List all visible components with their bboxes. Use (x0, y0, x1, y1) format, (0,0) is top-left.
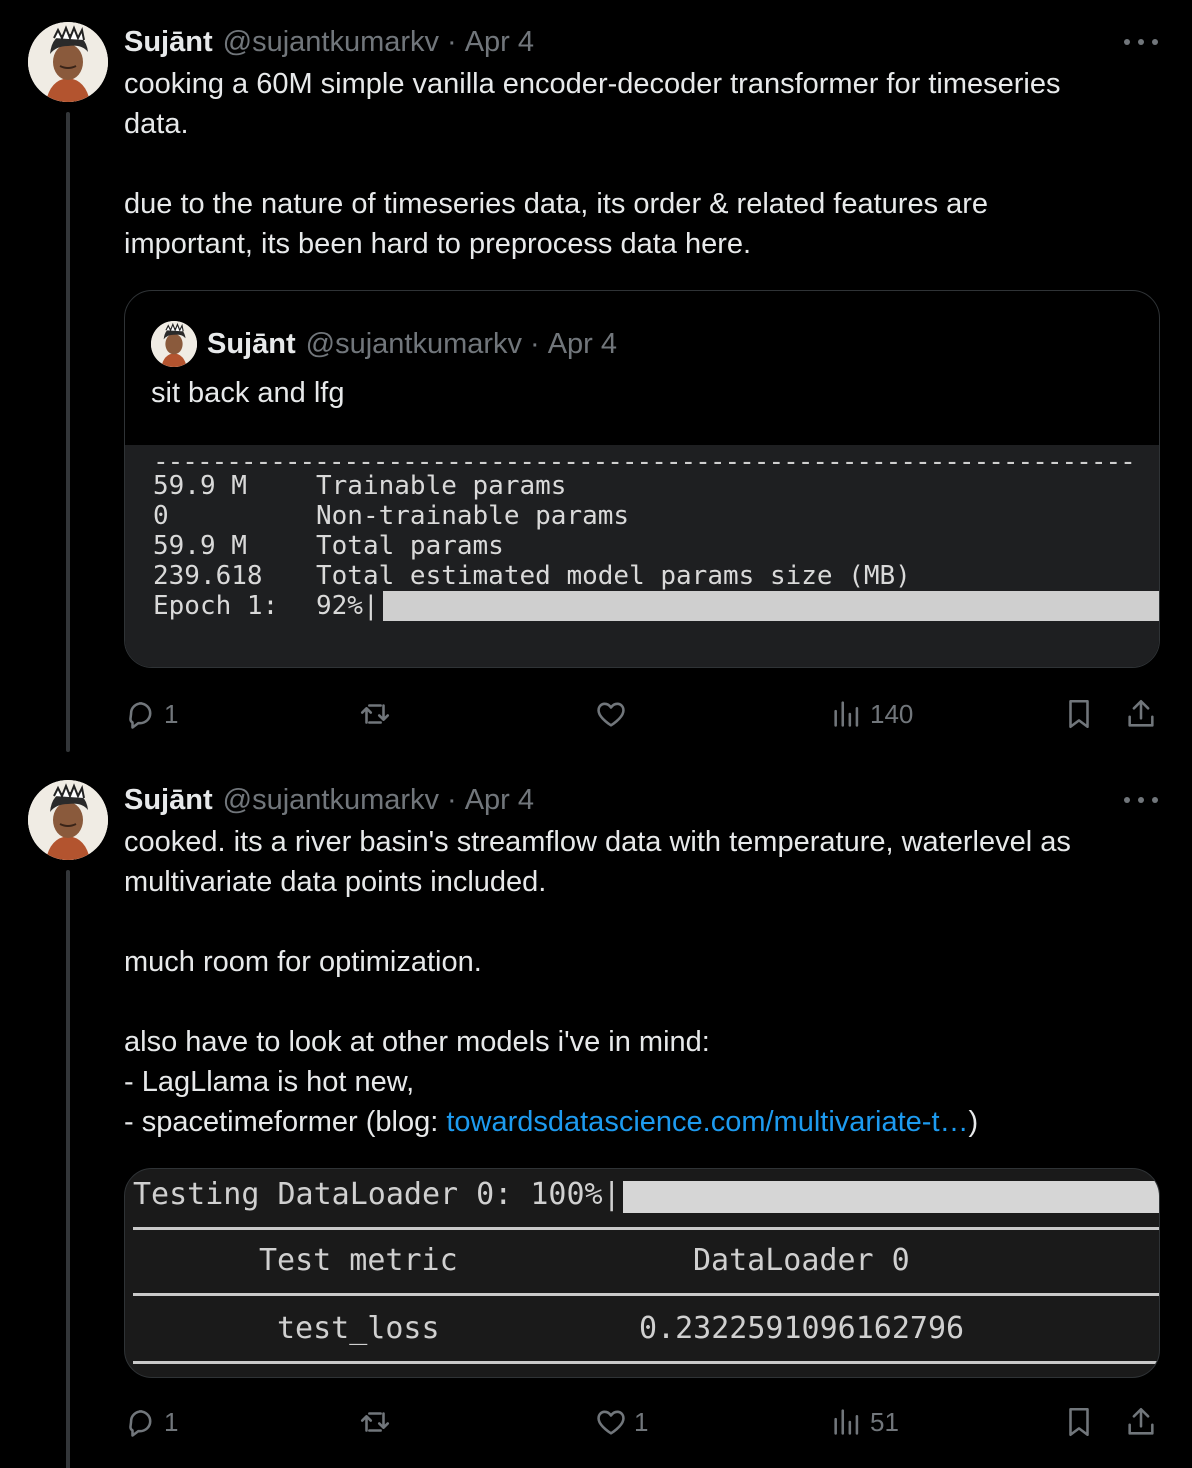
author-handle[interactable]: @sujantkumarkv (223, 784, 439, 817)
thread-line (66, 870, 70, 1468)
text-line: data. (124, 108, 189, 140)
quote-text: sit back and lfg (151, 377, 345, 409)
reply-button[interactable]: 1 (124, 694, 178, 734)
table-rule (133, 1227, 1159, 1230)
author-name[interactable]: Sujānt (124, 784, 213, 817)
text-line: also have to look at other models i've i… (124, 1026, 710, 1058)
text-line: much room for optimization. (124, 946, 482, 978)
avatar[interactable] (28, 780, 108, 860)
param-row: 0 Non-trainable params (153, 501, 630, 531)
views-count: 51 (870, 1406, 899, 1437)
bookmark-button[interactable] (1062, 1402, 1096, 1442)
text-line: - spacetimeformer (blog: towardsdatascie… (124, 1106, 979, 1138)
separator: · (447, 783, 457, 816)
table-cell: test_loss (277, 1311, 440, 1346)
table-header-cell: DataLoader 0 (693, 1243, 910, 1278)
text-line: important, its been hard to preprocess d… (124, 228, 752, 260)
like-button[interactable]: 1 (594, 1402, 648, 1442)
more-icon[interactable] (1124, 32, 1158, 52)
table-rule (133, 1361, 1159, 1364)
table-header-cell: Test metric (259, 1243, 458, 1278)
avatar[interactable] (28, 22, 108, 102)
tweet-header: Sujānt @sujantkumarkv · Apr 4 (124, 24, 1164, 60)
retweet-button[interactable] (358, 1402, 392, 1442)
share-icon (1128, 1407, 1154, 1435)
views-button[interactable]: 140 (830, 694, 913, 734)
author-handle[interactable]: @sujantkumarkv (223, 26, 439, 59)
views-icon (834, 701, 859, 727)
like-icon (597, 702, 625, 727)
param-row: 239.618 Total estimated model params size… (153, 561, 911, 591)
separator: · (447, 25, 457, 58)
more-icon[interactable] (1124, 790, 1158, 810)
quote-author-name: Sujānt (207, 327, 296, 360)
quote-avatar (151, 321, 197, 367)
share-button[interactable] (1124, 1402, 1158, 1442)
views-button[interactable]: 51 (830, 1402, 899, 1442)
separator: · (530, 327, 540, 360)
param-row: 59.9 M Trainable params (153, 471, 567, 501)
author-name[interactable]: Sujānt (124, 26, 213, 59)
divider: ----------------------------------------… (153, 447, 1133, 467)
retweet-icon (360, 704, 390, 724)
bookmark-icon (1069, 1407, 1089, 1437)
text-line: cooked. its a river basin's streamflow d… (124, 826, 1071, 858)
text-line: due to the nature of timeseries data, it… (124, 188, 989, 220)
terminal-screenshot: ----------------------------------------… (125, 445, 1159, 667)
action-bar: 1 1 51 (124, 1402, 1164, 1442)
media-image[interactable]: ▔▔▔▔▔ ▔▔▔▔▔ ▔▔▔▔▔▔▔ ▔▔▔▔ ▔▔▔ ▔▔▔▔▔▔▔▔▔▔ … (124, 1168, 1160, 1378)
tweet-date[interactable]: Apr 4 (465, 26, 534, 59)
like-button[interactable] (594, 694, 628, 734)
like-icon (597, 1410, 625, 1435)
thread-line (66, 112, 70, 752)
progress-bar (383, 591, 1159, 621)
param-row: 59.9 M Total params (153, 531, 504, 561)
share-icon (1128, 699, 1154, 727)
text-line: - LagLlama is hot new, (124, 1066, 415, 1098)
blog-link[interactable]: towardsdatascience.com/multivariate-t… (446, 1106, 968, 1138)
reply-count: 1 (164, 698, 179, 729)
table-rule (133, 1293, 1159, 1296)
tweet[interactable]: Sujānt @sujantkumarkv · Apr 4 cooking a … (124, 24, 1164, 264)
quote-date: Apr 4 (547, 327, 618, 360)
text-line: multivariate data points included. (124, 866, 547, 898)
reply-button[interactable]: 1 (124, 1402, 178, 1442)
table-cell: 0.2322591096162796 (639, 1311, 965, 1346)
text-line: cooking a 60M simple vanilla encoder-dec… (124, 68, 1061, 100)
epoch-row: Epoch 1: 92%| (153, 591, 379, 621)
reply-count: 1 (164, 1406, 179, 1437)
retweet-button[interactable] (358, 694, 392, 734)
tweet[interactable]: Sujānt @sujantkumarkv · Apr 4 cooked. it… (124, 782, 1164, 1142)
tweet-date[interactable]: Apr 4 (465, 784, 534, 817)
progress-bar (623, 1181, 1159, 1213)
tweet-header: Sujānt @sujantkumarkv · Apr 4 (124, 782, 1164, 818)
retweet-icon (360, 1412, 390, 1432)
share-button[interactable] (1124, 694, 1158, 734)
testing-line: Testing DataLoader 0: 100%| (133, 1177, 621, 1212)
views-count: 140 (870, 698, 914, 729)
views-icon (834, 1409, 859, 1435)
quote-header: Sujānt @sujantkumarkv · Apr 4 (151, 321, 617, 367)
quote-author-handle: @sujantkumarkv (305, 327, 523, 360)
reply-icon (129, 1410, 152, 1437)
reply-icon (129, 702, 152, 729)
bookmark-button[interactable] (1062, 694, 1096, 734)
tweet-text: cooking a 60M simple vanilla encoder-dec… (124, 64, 1164, 264)
quoted-tweet[interactable]: Sujānt @sujantkumarkv · Apr 4 sit back a… (124, 290, 1160, 668)
bookmark-icon (1069, 699, 1089, 729)
action-bar: 1 140 (124, 694, 1164, 734)
like-count: 1 (634, 1406, 649, 1437)
tweet-text: cooked. its a river basin's streamflow d… (124, 822, 1164, 1142)
